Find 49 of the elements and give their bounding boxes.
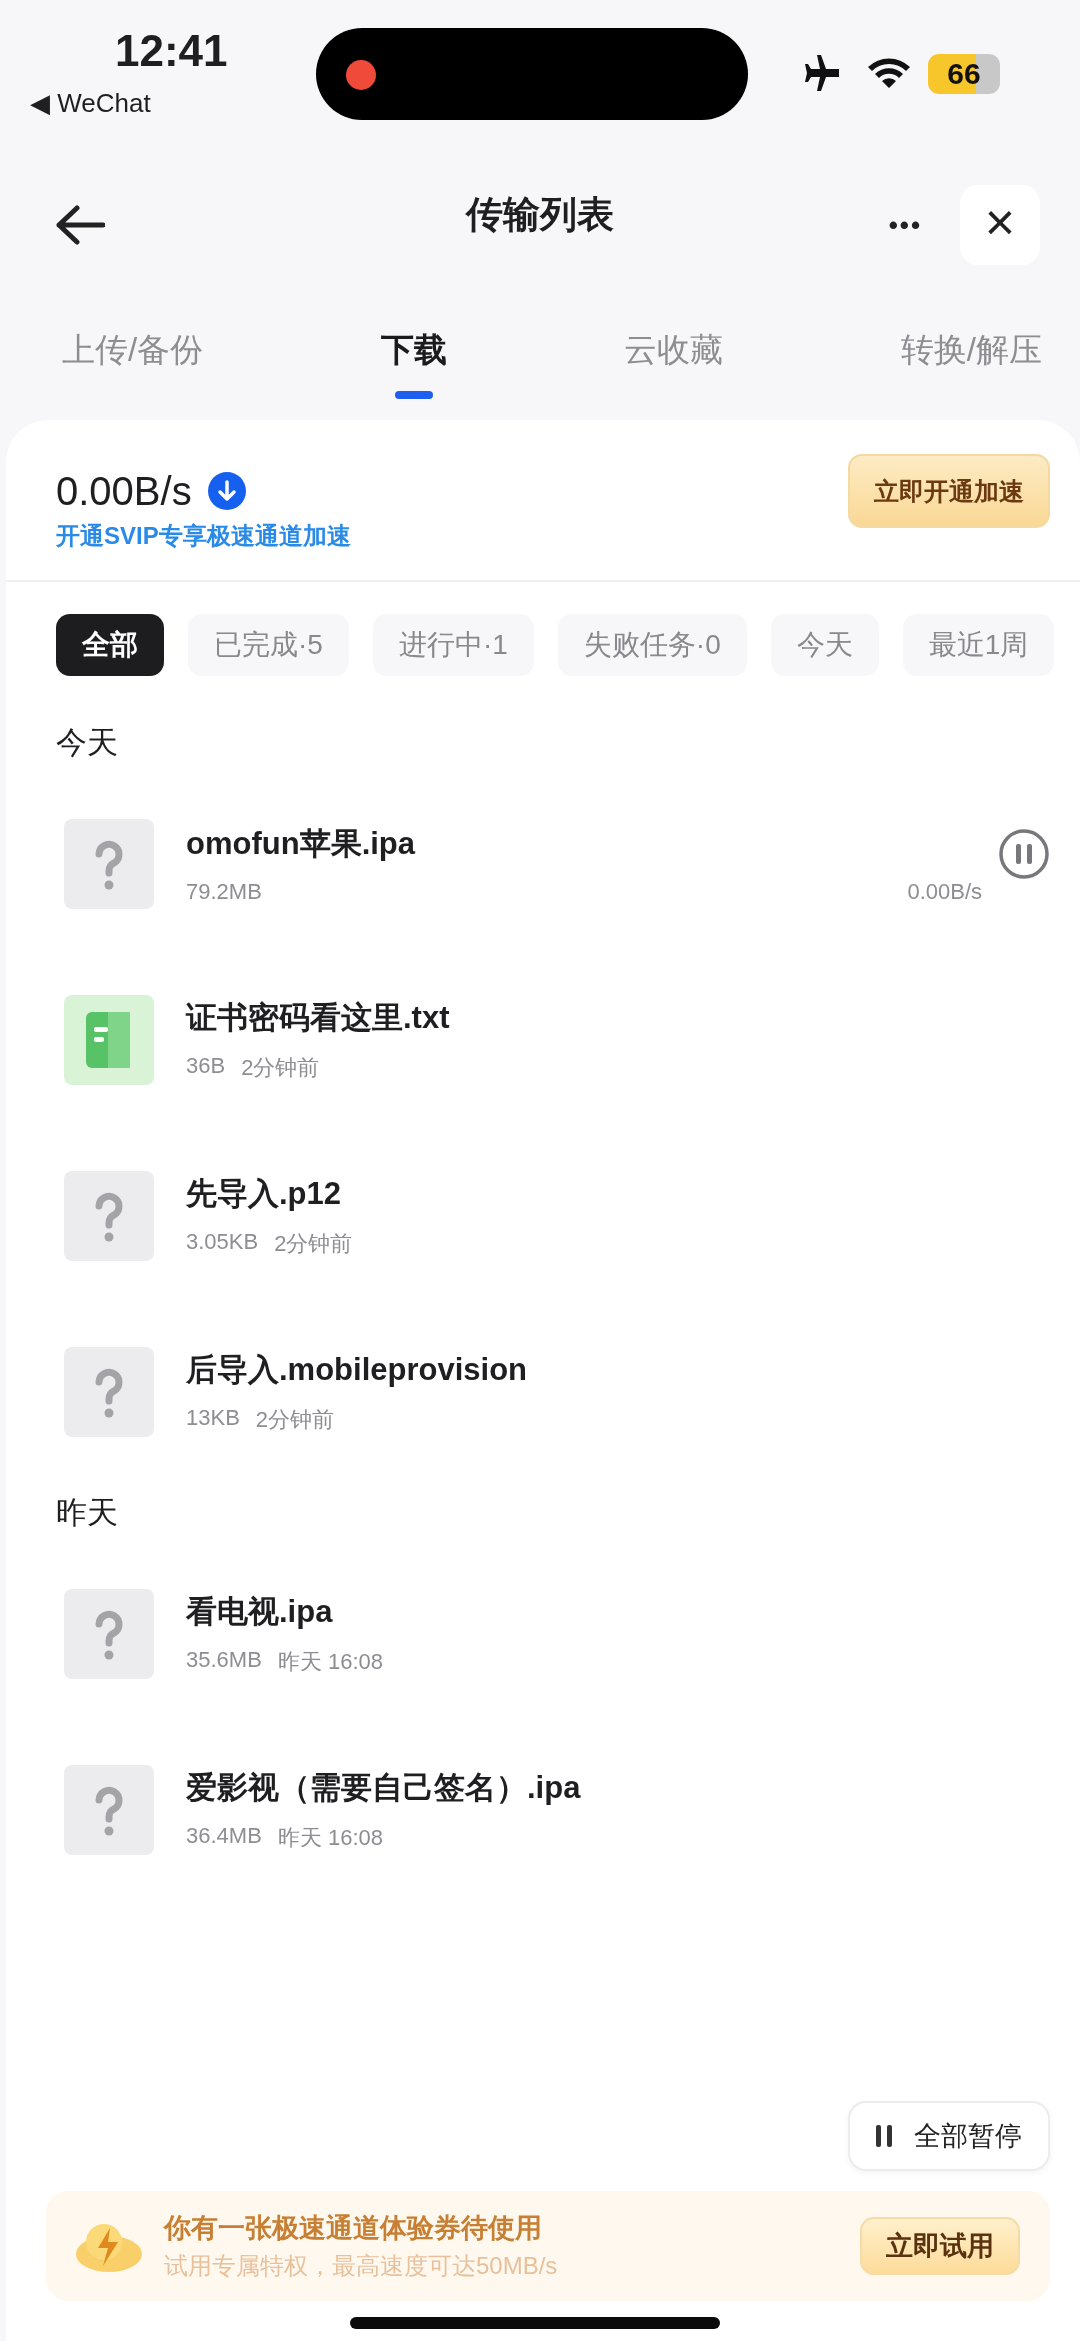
try-now-button[interactable]: 立即试用 (860, 2217, 1020, 2275)
file-time: 2分钟前 (255, 1406, 335, 1434)
svip-promo-link[interactable]: 开通SVIP专享极速通道加速 (56, 519, 848, 552)
tab[interactable]: 上传/备份 (62, 300, 204, 410)
file-size: 13KB (186, 1405, 240, 1432)
file-size: 3.05KB (186, 1229, 259, 1256)
section-heading: 今天 (55, 724, 119, 762)
filter-chip[interactable]: 全部 (56, 614, 164, 676)
tab[interactable]: 云收藏 (624, 300, 724, 410)
back-arrow-icon[interactable] (55, 205, 105, 245)
file-name: 先导入.p12 (186, 1175, 343, 1213)
more-menu-button[interactable]: ••• (888, 209, 922, 241)
file-size: 35.6MB (186, 1647, 262, 1674)
file-name: 看电视.ipa (186, 1593, 334, 1631)
file-name: 爱影视（需要自己签名）.ipa (186, 1769, 582, 1807)
filter-chip[interactable]: 今天 (770, 614, 879, 676)
back-to-app-link[interactable]: ◀ WeChat (30, 88, 151, 119)
clock-time: 12:41 (115, 26, 228, 76)
file-time: 2分钟前 (274, 1230, 353, 1258)
banner-subtitle: 试用专属特权，最高速度可达50MB/s (164, 2251, 559, 2281)
file-size: 36B (186, 1053, 226, 1080)
filter-chip[interactable]: 最近1周 (902, 614, 1055, 676)
filter-chip[interactable]: 进行中·1 (372, 614, 534, 676)
filter-chip[interactable]: 已完成·5 (188, 614, 349, 676)
pause-all-button[interactable]: 全部暂停 (848, 2101, 1050, 2171)
file-name: 证书密码看这里.txt (186, 999, 451, 1037)
file-time: 昨天 16:08 (277, 1648, 383, 1676)
recording-indicator (346, 60, 376, 90)
file-size: 79.2MB (186, 879, 262, 905)
banner-title: 你有一张极速通道体验券待使用 (164, 2212, 543, 2245)
pause-icon (876, 2125, 892, 2147)
section-heading: 昨天 (55, 1494, 119, 1532)
tab[interactable]: 转换/解压 (900, 300, 1042, 410)
pause-icon[interactable] (998, 828, 1050, 880)
close-button[interactable]: × (960, 185, 1040, 265)
file-size: 36.4MB (186, 1823, 262, 1850)
filter-chip[interactable]: 失败任务·0 (557, 614, 747, 676)
file-time: 2分钟前 (241, 1054, 320, 1082)
download-icon (207, 472, 246, 510)
file-name: omofun苹果.ipa (186, 825, 417, 863)
wifi-icon (866, 55, 912, 91)
transfer-speed: 0.00B/s (907, 879, 982, 905)
tab[interactable]: 下载 (380, 300, 447, 410)
page-title: 传输列表 (466, 193, 614, 237)
speed-up-button[interactable]: 立即开通加速 (848, 454, 1050, 528)
download-speed: 0.00B/s (56, 468, 192, 514)
file-time: 昨天 16:08 (277, 1824, 383, 1852)
file-name: 后导入.mobileprovision (186, 1351, 529, 1389)
document-icon (64, 995, 154, 1085)
